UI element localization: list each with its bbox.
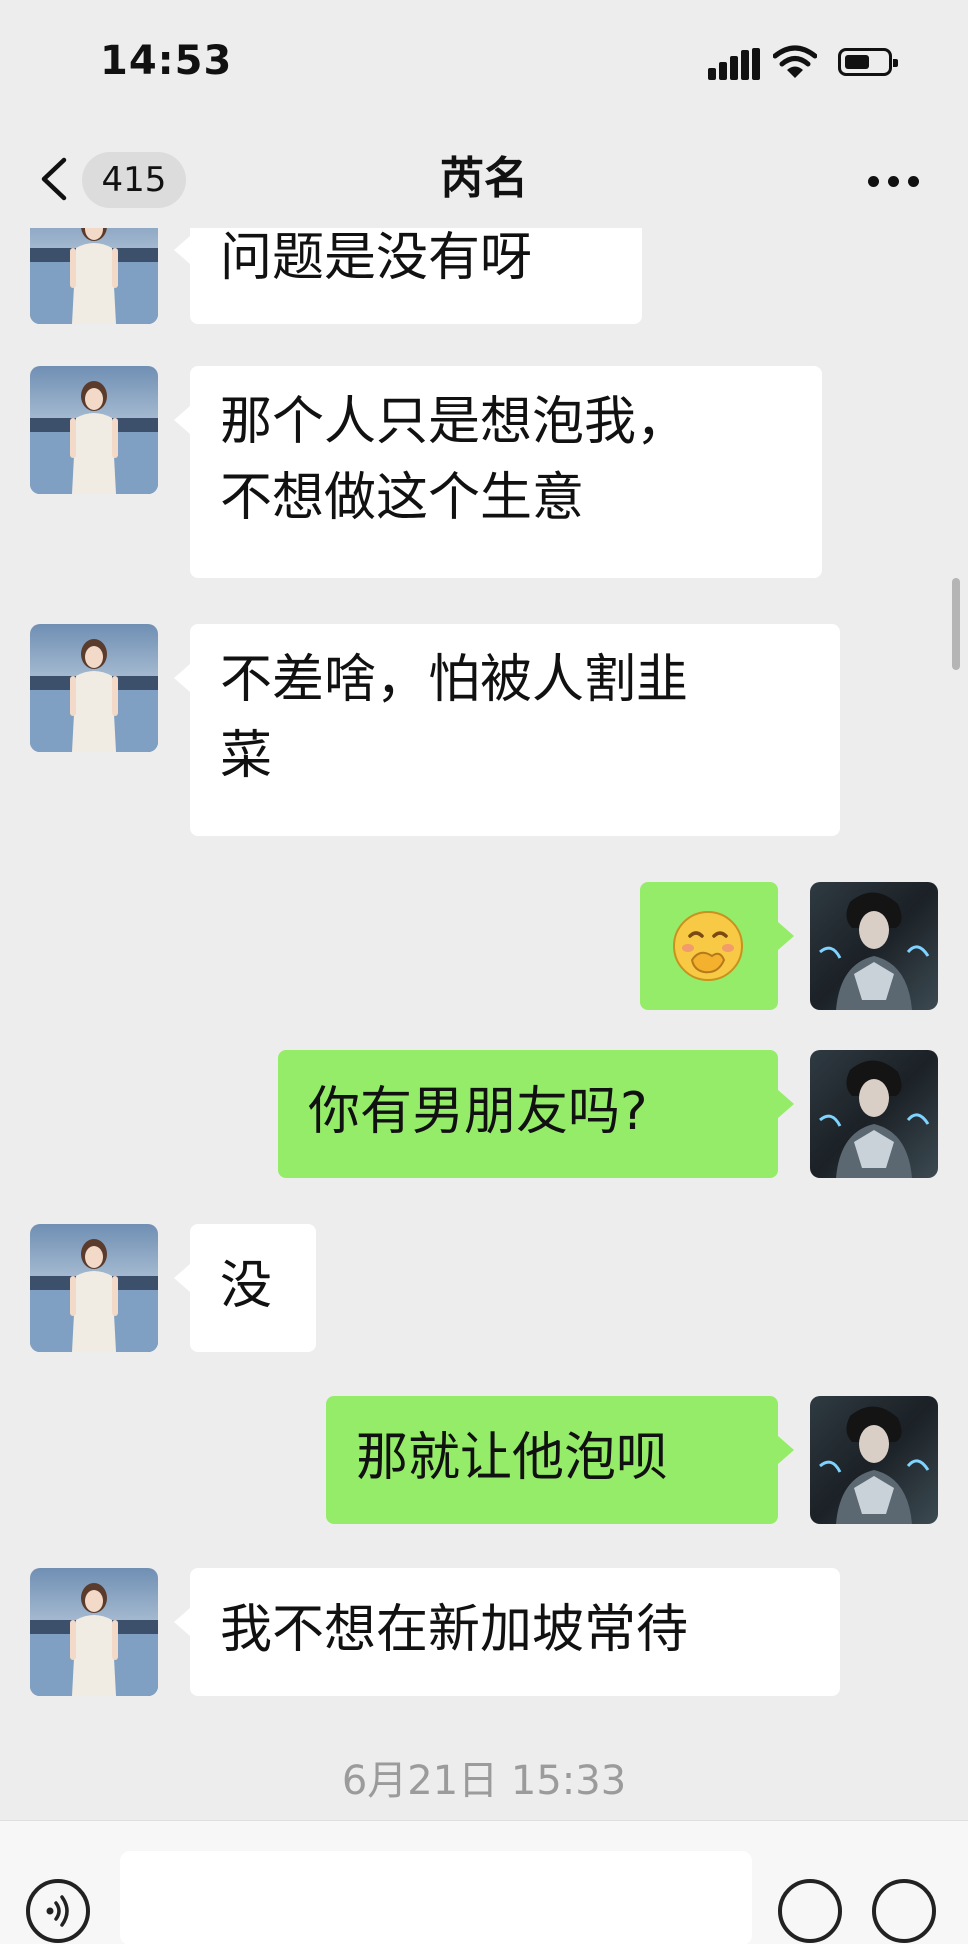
- message-text: 那个人只是想泡我， 不想做这个生意: [220, 392, 689, 528]
- message-bubble[interactable]: 那就让他泡呗: [326, 1396, 794, 1524]
- battery-nub: [893, 59, 898, 67]
- covering-mouth-laugh-emoji: [673, 911, 743, 981]
- chat-title: 芮名: [440, 153, 528, 204]
- voice-icon[interactable]: [26, 1879, 90, 1943]
- message-text: 不差啥，怕被人割韭 菜: [220, 650, 689, 786]
- message-list[interactable]: 问题是没有呀 那个人只是想泡我， 不想做这个生意 不差啥，怕被人割韭 菜 你有男…: [0, 228, 968, 1820]
- chevron-left-icon[interactable]: [38, 156, 68, 202]
- message-bubble[interactable]: 没: [174, 1224, 316, 1352]
- message-bubble[interactable]: 我不想在新加坡常待: [174, 1568, 840, 1696]
- message-bubble[interactable]: [640, 882, 794, 1010]
- message-bubble[interactable]: 问题是没有呀: [174, 228, 642, 324]
- more-dots-icon[interactable]: [866, 160, 922, 200]
- message-text: 我不想在新加坡常待: [220, 1600, 689, 1660]
- battery-icon: [838, 48, 898, 76]
- status-time: 14:53: [100, 38, 233, 84]
- self-avatar[interactable]: [810, 882, 938, 1010]
- message-text: 没: [220, 1256, 273, 1316]
- emoji-icon[interactable]: [778, 1879, 842, 1943]
- message-bubble[interactable]: 你有男朋友吗?: [278, 1050, 794, 1178]
- message-text: 问题是没有呀: [220, 228, 533, 288]
- input-bar: [0, 1820, 968, 1944]
- contact-avatar[interactable]: [30, 228, 158, 324]
- timestamp: 6月21日 15:33: [341, 1758, 627, 1804]
- scrollbar[interactable]: [952, 578, 960, 670]
- signal-icon: [708, 48, 760, 80]
- contact-avatar[interactable]: [30, 1224, 158, 1352]
- message-text: 你有男朋友吗?: [308, 1082, 648, 1142]
- message-bubble[interactable]: 那个人只是想泡我， 不想做这个生意: [174, 366, 822, 578]
- message-bubble[interactable]: 不差啥，怕被人割韭 菜: [174, 624, 840, 836]
- unread-count-badge[interactable]: 415: [82, 152, 186, 208]
- chat-screen: 14:53 415 芮名 问题是没有呀 那个人只是想泡我， 不想做这个生意 不差…: [0, 0, 968, 1944]
- contact-avatar[interactable]: [30, 624, 158, 752]
- contact-avatar[interactable]: [30, 366, 158, 494]
- wifi-icon: [773, 45, 817, 78]
- contact-avatar[interactable]: [30, 1568, 158, 1696]
- status-bar: 14:53: [0, 0, 968, 130]
- battery-level: [845, 55, 869, 69]
- self-avatar[interactable]: [810, 1050, 938, 1178]
- plus-icon[interactable]: [872, 1879, 936, 1943]
- self-avatar[interactable]: [810, 1396, 938, 1524]
- nav-bar: 415 芮名: [0, 130, 968, 228]
- message-input[interactable]: [120, 1851, 752, 1944]
- message-text: 那就让他泡呗: [356, 1428, 669, 1488]
